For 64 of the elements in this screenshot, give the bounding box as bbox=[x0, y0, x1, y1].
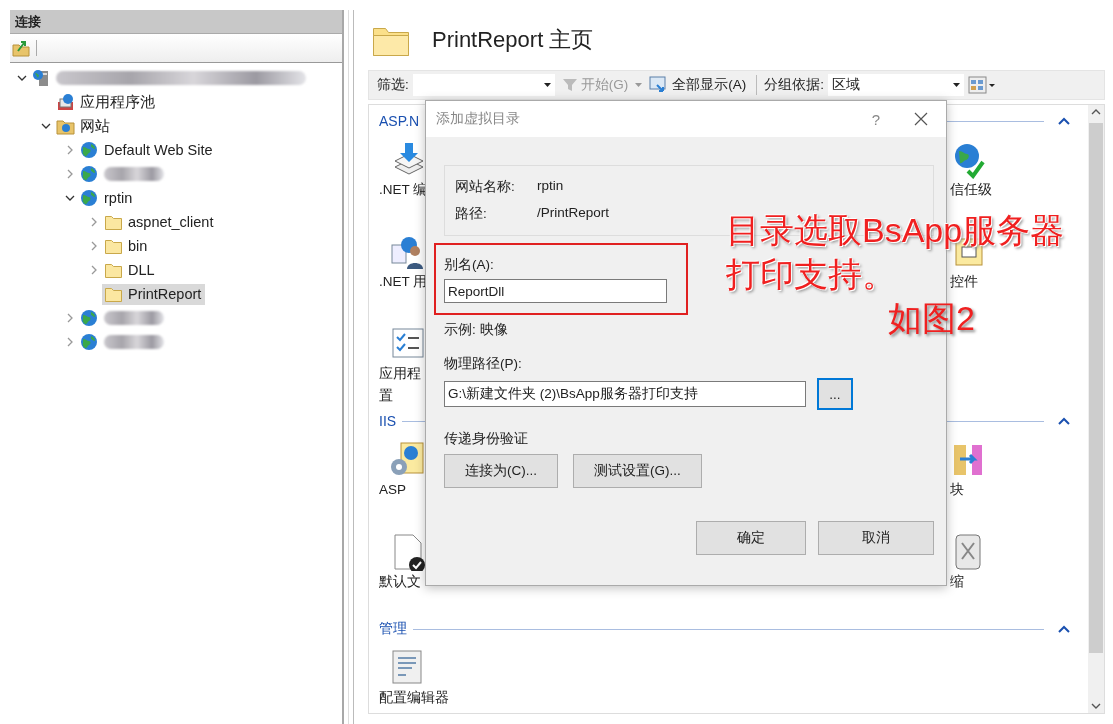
scroll-up-icon bbox=[1091, 109, 1101, 115]
feature-item[interactable]: 默认文 bbox=[379, 533, 453, 617]
view-grid-icon bbox=[968, 76, 997, 94]
dialog-title: 添加虚拟目录 bbox=[436, 110, 521, 128]
annotation-text: 打印支持。 bbox=[726, 254, 896, 295]
tree-item[interactable]: Default Web Site bbox=[78, 139, 217, 161]
filter-label: 筛选: bbox=[377, 76, 409, 94]
close-icon bbox=[914, 112, 928, 126]
panel-title: 连接 bbox=[10, 10, 342, 34]
field-value: rptin bbox=[537, 178, 564, 195]
field-label: 物理路径(P): bbox=[444, 355, 523, 373]
tree-item[interactable]: 应用程序池 bbox=[54, 91, 159, 113]
folder-arrow-icon bbox=[12, 39, 30, 57]
group-title: 管理 bbox=[379, 620, 407, 638]
tree-item[interactable]: DLL bbox=[102, 259, 159, 281]
group-by-label: 分组依据: bbox=[764, 76, 825, 94]
server-icon bbox=[32, 68, 51, 88]
example-text: 示例: 映像 bbox=[444, 321, 508, 339]
section-label: 传递身份验证 bbox=[444, 430, 529, 448]
group-by-dropdown[interactable]: 区域 bbox=[828, 74, 965, 96]
funnel-icon bbox=[561, 77, 578, 93]
feature-item[interactable]: 块 bbox=[950, 441, 1024, 525]
tree-item[interactable]: bin bbox=[102, 235, 152, 257]
blurred-label bbox=[104, 311, 164, 325]
feature-item[interactable]: 配置编辑器 bbox=[379, 649, 453, 709]
app-pool-icon bbox=[56, 92, 75, 112]
ok-button[interactable]: 确定 bbox=[696, 521, 806, 555]
alias-field[interactable]: ReportDll bbox=[444, 279, 667, 303]
scrollbar[interactable] bbox=[1088, 105, 1104, 713]
feature-item[interactable]: 缩 bbox=[950, 533, 1024, 617]
help-button[interactable]: ? bbox=[856, 109, 896, 129]
filter-field[interactable] bbox=[412, 74, 555, 96]
dropdown-arrow-icon bbox=[953, 83, 961, 87]
connect-button[interactable] bbox=[12, 39, 30, 57]
show-all-button[interactable]: 全部显示(A) bbox=[646, 76, 750, 94]
page-title: PrintReport 主页 bbox=[432, 26, 594, 54]
globe-icon bbox=[80, 308, 99, 328]
annotation-text: 如图2 bbox=[888, 298, 975, 339]
browse-button[interactable]: ... bbox=[817, 378, 853, 410]
view-button[interactable] bbox=[968, 76, 997, 94]
physical-path-field[interactable]: G:\新建文件夹 (2)\BsApp服务器打印支持 bbox=[444, 381, 806, 407]
dialog-button[interactable]: 测试设置(G)... bbox=[573, 454, 702, 488]
tree-item[interactable]: 网站 bbox=[54, 115, 114, 137]
scroll-thumb[interactable] bbox=[1089, 123, 1103, 653]
blurred-label bbox=[104, 335, 164, 349]
annotation-text: 目录选取BsApp服务器 bbox=[726, 210, 1065, 251]
group-title: IIS bbox=[379, 413, 397, 429]
scroll-down-icon bbox=[1091, 703, 1101, 709]
globe-icon bbox=[80, 332, 99, 352]
tree-item[interactable]: aspnet_client bbox=[102, 211, 218, 233]
dropdown-arrow-icon bbox=[543, 83, 551, 87]
field-label: 路径: bbox=[455, 205, 488, 223]
blurred-label bbox=[104, 167, 164, 181]
tree-item[interactable]: rptin bbox=[78, 187, 137, 209]
group-title: ASP.N bbox=[379, 113, 420, 129]
dialog-button[interactable]: 连接为(C)... bbox=[444, 454, 558, 488]
field-value: /PrintReport bbox=[537, 205, 610, 222]
globe-icon bbox=[80, 188, 99, 208]
field-label: 网站名称: bbox=[455, 178, 516, 196]
globe-icon bbox=[80, 164, 99, 184]
tree-item[interactable]: PrintReport bbox=[102, 283, 206, 305]
cancel-button[interactable]: 取消 bbox=[818, 521, 934, 555]
globe-icon bbox=[80, 140, 99, 160]
dropdown-arrow-icon bbox=[635, 83, 643, 87]
